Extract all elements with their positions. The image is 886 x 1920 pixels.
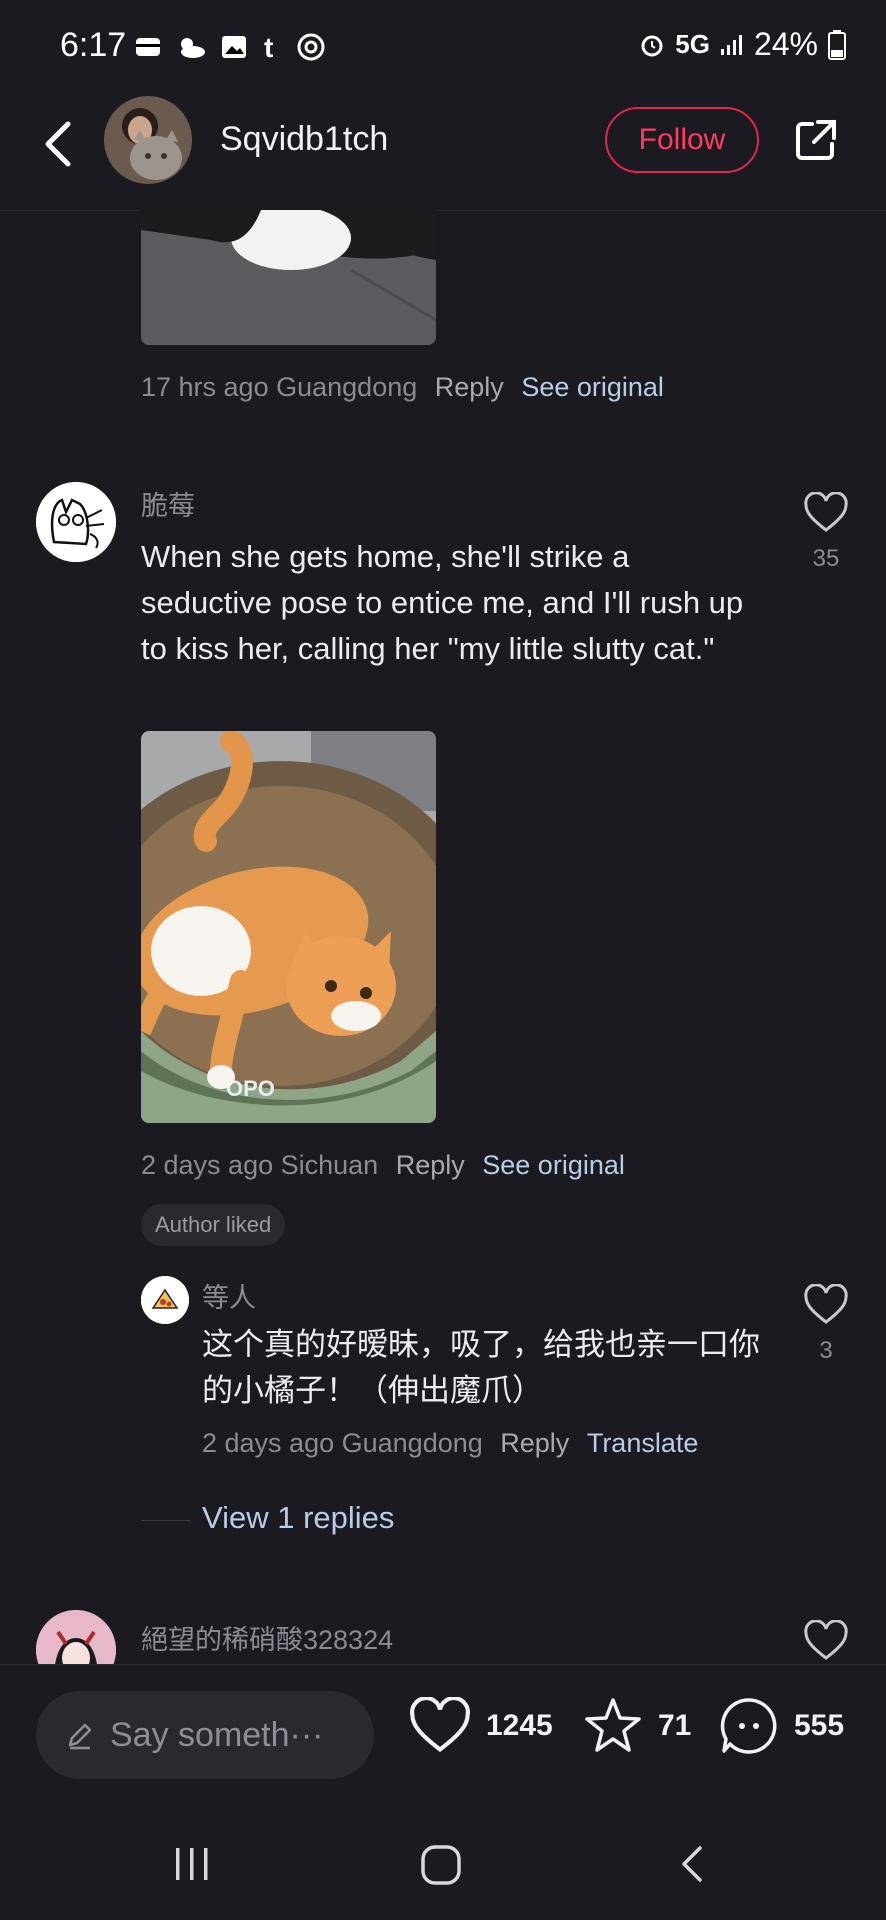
bottom-action-bar: Say someth··· 1245 71 555 [0, 1664, 886, 1809]
commenter-name[interactable]: 絕望的稀硝酸328324 [141, 1618, 393, 1657]
recent-apps-icon[interactable] [172, 1844, 212, 1884]
translate-link[interactable]: Translate [587, 1428, 699, 1458]
profile-username[interactable]: Sqvidb1tch [220, 120, 388, 159]
commenter-avatar[interactable] [36, 482, 116, 562]
battery-icon [828, 29, 846, 60]
see-original-link[interactable]: See original [482, 1150, 625, 1180]
view-replies-link[interactable]: View 1 replies [202, 1500, 394, 1536]
battery-percent: 24% [753, 26, 818, 62]
signal-icon [720, 34, 742, 55]
chat-bubble-icon[interactable] [718, 1695, 780, 1757]
comment-time: 2 days ago [202, 1428, 335, 1458]
reply-button[interactable]: Reply [500, 1428, 569, 1458]
home-icon[interactable] [420, 1844, 462, 1886]
comment-time: 2 days ago [141, 1150, 274, 1180]
post-comment-count: 555 [794, 1709, 845, 1742]
tumblr-icon: t [264, 33, 273, 61]
status-right: 5G 24% [639, 26, 846, 63]
system-back-icon[interactable] [672, 1844, 712, 1884]
see-original-link[interactable]: See original [521, 372, 664, 402]
status-bar: 6:17 t 5G 24% [0, 0, 886, 96]
comment-time: 17 hrs ago [141, 372, 269, 402]
reply-meta: 2 days ago Guangdong Reply Translate [202, 1428, 698, 1459]
threads-icon [297, 33, 325, 61]
svg-text:t: t [264, 33, 273, 61]
like-post-button[interactable]: 1245 [408, 1697, 553, 1755]
heart-icon[interactable] [803, 1283, 849, 1326]
reply-author-name[interactable]: 等人 [202, 1276, 256, 1315]
heart-icon[interactable] [803, 491, 849, 534]
status-time: 6:17 [60, 26, 127, 64]
star-icon[interactable] [582, 1695, 644, 1757]
reply-button[interactable]: Reply [435, 372, 504, 402]
comment-location: Sichuan [280, 1150, 379, 1180]
comment-location: Guangdong [341, 1428, 483, 1458]
favorite-post-button[interactable]: 71 [582, 1695, 691, 1757]
weather-icon [181, 38, 205, 58]
heart-icon[interactable] [408, 1697, 472, 1755]
comment-meta: 2 days ago Sichuan Reply See original [141, 1150, 625, 1181]
reply-avatar[interactable] [141, 1276, 189, 1324]
comment-text: When she gets home, she'll strike a sedu… [141, 539, 744, 666]
comment-like[interactable]: 35 [796, 491, 856, 573]
system-nav-bar [0, 1808, 886, 1920]
previous-comment-image[interactable] [141, 210, 436, 345]
profile-header: Sqvidb1tch Follow [0, 96, 886, 211]
reply-like[interactable]: 3 [796, 1283, 856, 1365]
share-icon[interactable] [792, 116, 840, 164]
next-comment: 絕望的稀硝酸328324 [0, 1600, 886, 1664]
replies-divider [141, 1520, 191, 1521]
comment-post-button[interactable]: 555 [718, 1695, 844, 1757]
commenter-name[interactable]: 脆莓 [141, 484, 195, 523]
network-label: 5G [675, 29, 710, 59]
reply-text: 这个真的好暧昧，吸了，给我也亲一口你的小橘子！（伸出魔爪） [202, 1327, 760, 1408]
pencil-icon [68, 1723, 92, 1750]
like-count: 3 [819, 1337, 833, 1364]
post-like-count: 1245 [486, 1709, 553, 1742]
author-liked-badge: Author liked [141, 1204, 286, 1246]
commenter-avatar[interactable] [36, 1610, 116, 1664]
post-star-count: 71 [658, 1709, 692, 1742]
previous-comment-meta: 17 hrs ago Guangdong Reply See original [141, 372, 664, 403]
heart-icon[interactable] [803, 1620, 849, 1662]
comment-image-cat[interactable]: OPO [141, 731, 436, 1123]
like-count: 35 [812, 545, 840, 572]
reply-button[interactable]: Reply [396, 1150, 465, 1180]
avatar[interactable] [104, 96, 192, 184]
comment-input-placeholder[interactable]: Say someth··· [110, 1716, 324, 1755]
alarm-icon [641, 35, 663, 56]
notification-icons: t [134, 32, 326, 62]
comment-input[interactable]: Say someth··· [36, 1691, 374, 1779]
follow-button[interactable]: Follow [605, 107, 759, 173]
comment-location: Guangdong [276, 372, 418, 402]
back-arrow-icon[interactable] [30, 114, 90, 174]
gallery-icon [222, 36, 246, 58]
wallet-icon [136, 38, 160, 56]
